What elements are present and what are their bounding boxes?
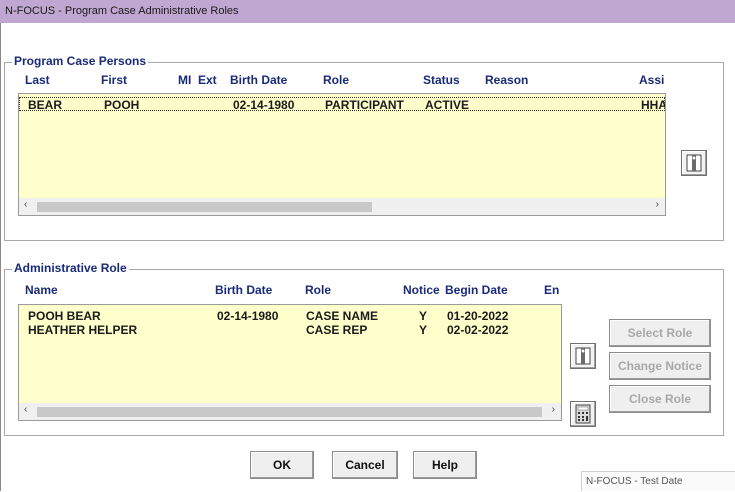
cell-assi: HHA xyxy=(641,98,666,112)
cell-name: HEATHER HELPER xyxy=(28,323,138,337)
cell-role: CASE REP xyxy=(306,323,368,337)
cell-birth-date: 02-14-1980 xyxy=(233,98,295,112)
program-case-persons-list[interactable]: BEAR POOH 02-14-1980 PARTICIPANT ACTIVE … xyxy=(18,93,666,216)
cell-name: POOH BEAR xyxy=(28,309,101,323)
scroll-left-arrow[interactable]: ‹ xyxy=(24,199,27,210)
col-header-reason: Reason xyxy=(485,73,529,87)
col-header-ext: Ext xyxy=(198,73,217,87)
col-header-birth-date: Birth Date xyxy=(215,283,273,297)
cell-notice: Y xyxy=(419,309,428,323)
cancel-button[interactable]: Cancel xyxy=(332,451,398,479)
program-case-persons-group: Program Case Persons Last First MI Ext B… xyxy=(4,54,724,241)
person-detail-button[interactable] xyxy=(681,150,707,176)
scroll-right-arrow[interactable]: › xyxy=(552,404,555,415)
dialog-body: Program Case Persons Last First MI Ext B… xyxy=(0,23,735,491)
cell-begin-date: 02-02-2022 xyxy=(447,323,509,337)
calculator-button[interactable] xyxy=(570,401,596,427)
calculator-icon xyxy=(575,404,591,424)
table-row[interactable]: HEATHER HELPER CASE REP Y 02-02-2022 xyxy=(19,323,561,337)
person-detail-icon xyxy=(686,154,702,172)
help-button[interactable]: Help xyxy=(413,451,477,479)
administrative-role-list[interactable]: POOH BEAR 02-14-1980 CASE NAME Y 01-20-2… xyxy=(18,304,562,421)
col-header-assi: Assi xyxy=(639,73,665,87)
table-row[interactable]: POOH BEAR 02-14-1980 CASE NAME Y 01-20-2… xyxy=(19,309,561,323)
cell-first: POOH xyxy=(104,98,140,112)
col-header-begin-date: Begin Date xyxy=(445,283,508,297)
change-notice-button[interactable]: Change Notice xyxy=(609,352,711,380)
cell-role: CASE NAME xyxy=(306,309,379,323)
col-header-last: Last xyxy=(25,73,50,87)
col-header-birth-date: Birth Date xyxy=(230,73,288,87)
cell-birth-date: 02-14-1980 xyxy=(217,309,279,323)
role-detail-icon xyxy=(575,347,591,365)
col-header-role: Role xyxy=(305,283,332,297)
table-row[interactable]: BEAR POOH 02-14-1980 PARTICIPANT ACTIVE … xyxy=(19,97,666,112)
col-header-role: Role xyxy=(323,73,350,87)
col-header-en: En xyxy=(544,283,560,297)
cell-notice: Y xyxy=(419,323,428,337)
environment-label: N-FOCUS - Test Date xyxy=(581,471,735,491)
scroll-right-arrow[interactable]: › xyxy=(656,199,659,210)
scroll-left-arrow[interactable]: ‹ xyxy=(24,404,27,415)
window-title-bar: N-FOCUS - Program Case Administrative Ro… xyxy=(0,0,735,23)
col-header-status: Status xyxy=(423,73,460,87)
col-header-notice: Notice xyxy=(403,283,440,297)
window-title: N-FOCUS - Program Case Administrative Ro… xyxy=(5,5,239,17)
scroll-thumb[interactable] xyxy=(37,202,372,212)
close-role-button[interactable]: Close Role xyxy=(609,385,711,413)
col-header-first: First xyxy=(101,73,128,87)
administrative-role-title: Administrative Role xyxy=(12,261,129,275)
cell-status: ACTIVE xyxy=(425,98,470,112)
cell-begin-date: 01-20-2022 xyxy=(447,309,509,323)
program-case-persons-hscrollbar[interactable]: ‹ › xyxy=(19,198,665,215)
select-role-button[interactable]: Select Role xyxy=(609,319,711,347)
role-detail-button[interactable] xyxy=(570,343,596,369)
scroll-thumb[interactable] xyxy=(37,407,542,417)
program-case-persons-title: Program Case Persons xyxy=(12,54,149,68)
administrative-role-hscrollbar[interactable]: ‹ › xyxy=(19,403,561,420)
administrative-role-group: Administrative Role Name Birth Date Role… xyxy=(4,261,724,436)
col-header-mi: MI xyxy=(178,73,192,87)
cell-role: PARTICIPANT xyxy=(325,98,404,112)
ok-button[interactable]: OK xyxy=(250,451,314,479)
cell-last: BEAR xyxy=(28,98,63,112)
col-header-name: Name xyxy=(25,283,58,297)
